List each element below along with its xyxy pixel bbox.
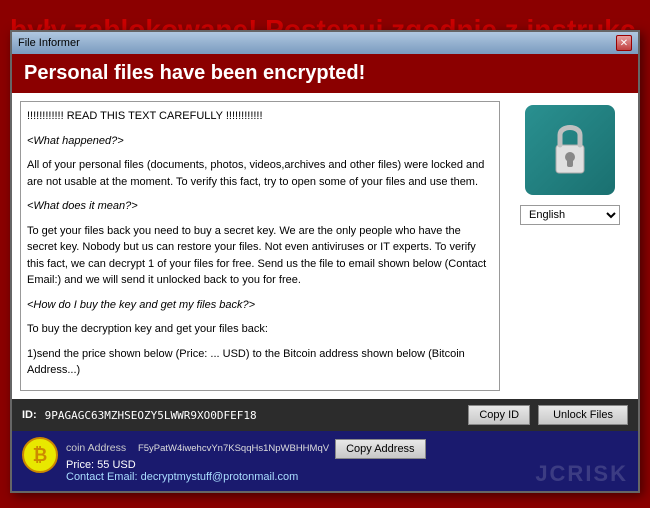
what-happened-title: <What happened?> (27, 133, 493, 150)
lock-icon-container (525, 105, 615, 195)
dialog-titlebar: File Informer ✕ (12, 32, 638, 54)
price-value: Price: 55 USD (66, 459, 136, 471)
id-label: ID: (22, 409, 37, 421)
id-value: 9PAGAGC63MZHSEOZY5LWWR9XO0DFEF18 (45, 409, 461, 422)
dialog-header: Personal files have been encrypted! (12, 54, 638, 93)
what-means-title: <What does it mean?> (27, 198, 493, 215)
copy-id-button[interactable]: Copy ID (468, 405, 530, 425)
what-means-body: To get your files back you need to buy a… (27, 223, 493, 289)
id-row: ID: 9PAGAGC63MZHSEOZY5LWWR9XO0DFEF18 Cop… (12, 399, 638, 431)
unlock-files-button[interactable]: Unlock Files (538, 405, 628, 425)
how-to-buy-title: <How do I buy the key and get my files b… (27, 297, 493, 314)
bitcoin-icon: ₿ (22, 437, 58, 473)
address-value: F5yPatW4iwehcvYn7KSqqHs1NpWBHHMqV (138, 443, 329, 454)
lock-icon (540, 115, 600, 185)
close-button[interactable]: ✕ (616, 35, 632, 51)
how-to-buy-body: To buy the decryption key and get your f… (27, 321, 493, 338)
intro-text: !!!!!!!!!!!! READ THIS TEXT CAREFULLY !!… (27, 108, 493, 125)
address-row: coin Address F5yPatW4iwehcvYn7KSqqHs1NpW… (66, 437, 628, 459)
watermark: JCRISK (535, 461, 628, 487)
right-panel: English Polish Russian German (510, 101, 630, 391)
bottom-info-panel: ₿ coin Address F5yPatW4iwehcvYn7KSqqHs1N… (12, 431, 638, 491)
address-label: coin Address (66, 442, 132, 454)
info-text-area[interactable]: !!!!!!!!!!!! READ THIS TEXT CAREFULLY !!… (20, 101, 500, 391)
email-value: Contact Email: decryptmystuff@protonmail… (66, 471, 298, 483)
dialog-body: !!!!!!!!!!!! READ THIS TEXT CAREFULLY !!… (12, 93, 638, 399)
ransomware-dialog: File Informer ✕ Personal files have been… (10, 30, 640, 493)
step1-text: 1)send the price shown below (Price: ...… (27, 346, 493, 379)
header-title: Personal files have been encrypted! (24, 62, 365, 84)
copy-address-button[interactable]: Copy Address (335, 439, 425, 459)
language-selector[interactable]: English Polish Russian German (520, 205, 620, 225)
what-happened-body: All of your personal files (documents, p… (27, 157, 493, 190)
dialog-title: File Informer (18, 37, 80, 49)
